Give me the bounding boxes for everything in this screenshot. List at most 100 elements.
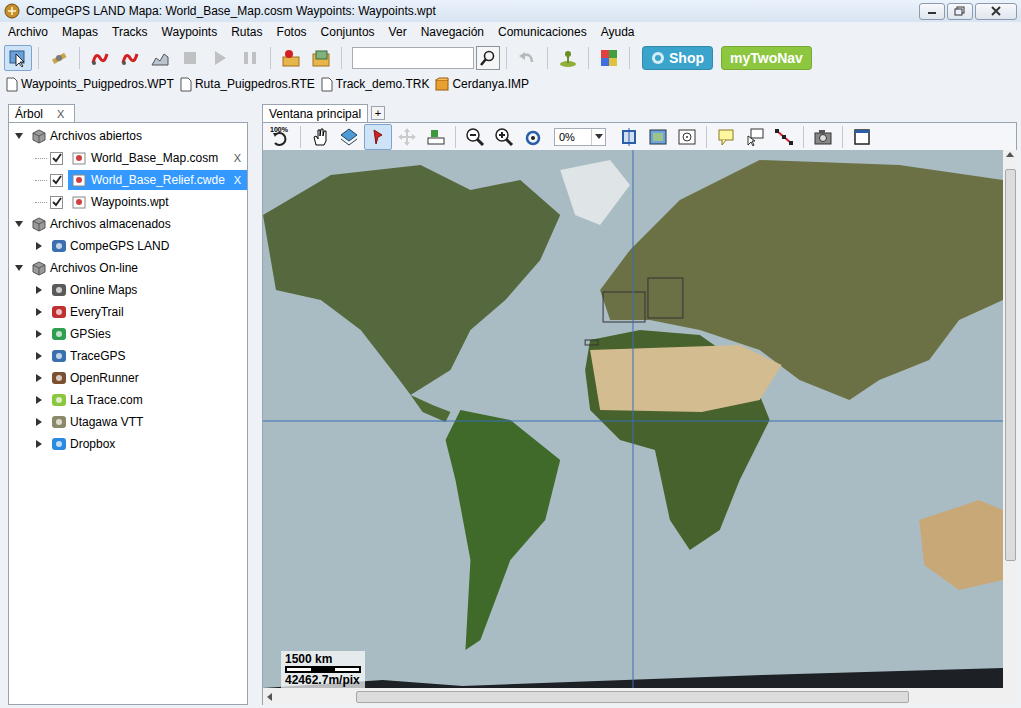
tree-item[interactable]: EveryTrail: [9, 301, 247, 323]
map-view-button[interactable]: [644, 124, 672, 150]
camera-button[interactable]: [809, 124, 837, 150]
menu-item[interactable]: Ver: [382, 25, 414, 39]
route-button[interactable]: [770, 124, 798, 150]
tree-item[interactable]: World_Base_Relief.cwdeX: [9, 169, 247, 191]
measure-button[interactable]: [422, 124, 450, 150]
note-button[interactable]: [712, 124, 740, 150]
expander-icon[interactable]: [36, 308, 42, 316]
mytwonav-button[interactable]: myTwoNav: [721, 46, 812, 70]
restore-button[interactable]: [947, 3, 973, 20]
zoom-in-button[interactable]: [490, 124, 518, 150]
expander-icon[interactable]: [36, 418, 42, 426]
expander-icon[interactable]: [36, 374, 42, 382]
close-file-button[interactable]: X: [230, 174, 245, 186]
tree-item[interactable]: Waypoints.wpt: [9, 191, 247, 213]
move-button[interactable]: [393, 124, 421, 150]
pin-button[interactable]: [364, 124, 392, 150]
layer-checkbox[interactable]: [50, 152, 63, 165]
pan-button[interactable]: [306, 124, 334, 150]
add-tab-button[interactable]: +: [371, 106, 385, 120]
menu-bar: ArchivoMapasTracksWaypointsRutasFotosCon…: [0, 22, 1021, 42]
menu-item[interactable]: Mapas: [55, 25, 105, 39]
tree-item[interactable]: CompeGPS LAND: [9, 235, 247, 257]
expander-icon[interactable]: [15, 221, 23, 227]
search-field[interactable]: [352, 47, 474, 69]
tree-section[interactable]: Archivos almacenados: [9, 213, 247, 235]
tab-close-button[interactable]: X: [53, 108, 68, 120]
zoom-out-button[interactable]: [461, 124, 489, 150]
expander-icon[interactable]: [36, 396, 42, 404]
tree-item[interactable]: La Trace.com: [9, 389, 247, 411]
menu-item[interactable]: Comunicaciones: [491, 25, 594, 39]
tree-item[interactable]: Online Maps: [9, 279, 247, 301]
profile-button[interactable]: [146, 45, 174, 71]
pause-button[interactable]: [236, 45, 264, 71]
minimize-button[interactable]: [919, 3, 945, 20]
select-tool-button[interactable]: [4, 45, 32, 71]
rotate-button[interactable]: [519, 124, 547, 150]
menu-item[interactable]: Rutas: [224, 25, 269, 39]
map-view[interactable]: 1500 km42462.7m/pix: [263, 150, 1003, 688]
tree-item[interactable]: World_Base_Map.cosmX: [9, 147, 247, 169]
tree-item[interactable]: Utagawa VTT: [9, 411, 247, 433]
menu-item[interactable]: Waypoints: [155, 25, 225, 39]
menu-item[interactable]: Ayuda: [594, 25, 642, 39]
tree-section[interactable]: Archivos abiertos: [9, 125, 247, 147]
layer-checkbox[interactable]: [50, 174, 63, 187]
expander-icon[interactable]: [15, 265, 23, 271]
window-button[interactable]: [848, 124, 876, 150]
open-file[interactable]: Cerdanya.IMP: [435, 77, 529, 91]
map-panel: Ventana principal+100% 0% 1500 km42462.7m/…: [262, 104, 1017, 705]
tree-item[interactable]: Dropbox: [9, 433, 247, 455]
stop-icon: [179, 47, 201, 69]
open-file[interactable]: Waypoints_Puigpedros.WPT: [6, 77, 174, 92]
tree-item[interactable]: OpenRunner: [9, 367, 247, 389]
layers-button[interactable]: [335, 124, 363, 150]
scroll-thumb[interactable]: [356, 691, 909, 703]
expander-icon[interactable]: [36, 330, 42, 338]
expander-icon[interactable]: [36, 440, 42, 448]
undo-button[interactable]: [513, 45, 541, 71]
menu-item[interactable]: Navegación: [414, 25, 491, 39]
open-file[interactable]: Ruta_Puigpedros.RTE: [180, 77, 315, 92]
tree-item[interactable]: TraceGPS: [9, 345, 247, 367]
zoom-reset-button[interactable]: 100%: [267, 124, 295, 150]
shop-button[interactable]: Shop: [642, 46, 713, 70]
zoom-select[interactable]: 0%: [554, 128, 606, 146]
map-tab[interactable]: Ventana principal: [262, 104, 368, 122]
menu-item[interactable]: Archivo: [1, 25, 55, 39]
route-icon: [773, 126, 795, 148]
expander-icon[interactable]: [15, 133, 23, 139]
gps-device-button[interactable]: [554, 45, 582, 71]
expander-icon[interactable]: [36, 242, 42, 250]
stop-button[interactable]: [176, 45, 204, 71]
tree-item[interactable]: GPSies: [9, 323, 247, 345]
track-options-button[interactable]: [116, 45, 144, 71]
search-button[interactable]: [476, 46, 500, 70]
note-cursor-button[interactable]: [741, 124, 769, 150]
expander-icon[interactable]: [36, 286, 42, 294]
tree-tab[interactable]: ÁrbolX: [8, 104, 75, 122]
open-map-button[interactable]: [307, 45, 335, 71]
zoomin-icon: [493, 126, 515, 148]
gps-connect-button[interactable]: [45, 45, 73, 71]
new-track-button[interactable]: [86, 45, 114, 71]
horizontal-scrollbar[interactable]: [262, 688, 1017, 705]
open-file[interactable]: Track_demo.TRK: [321, 77, 430, 92]
menu-item[interactable]: Tracks: [105, 25, 155, 39]
world-map[interactable]: [263, 150, 1003, 688]
vertical-scrollbar[interactable]: [1003, 150, 1017, 688]
close-button[interactable]: [975, 3, 1017, 20]
expander-icon[interactable]: [36, 352, 42, 360]
scroll-thumb[interactable]: [1005, 169, 1016, 561]
close-file-button[interactable]: X: [230, 152, 245, 164]
menu-item[interactable]: Conjuntos: [314, 25, 382, 39]
apps-button[interactable]: [595, 45, 623, 71]
add-waypoint-button[interactable]: [277, 45, 305, 71]
tree-section[interactable]: Archivos On-line: [9, 257, 247, 279]
play-button[interactable]: [206, 45, 234, 71]
layer-checkbox[interactable]: [50, 196, 63, 209]
center-button[interactable]: [673, 124, 701, 150]
crop-button[interactable]: [615, 124, 643, 150]
menu-item[interactable]: Fotos: [270, 25, 314, 39]
